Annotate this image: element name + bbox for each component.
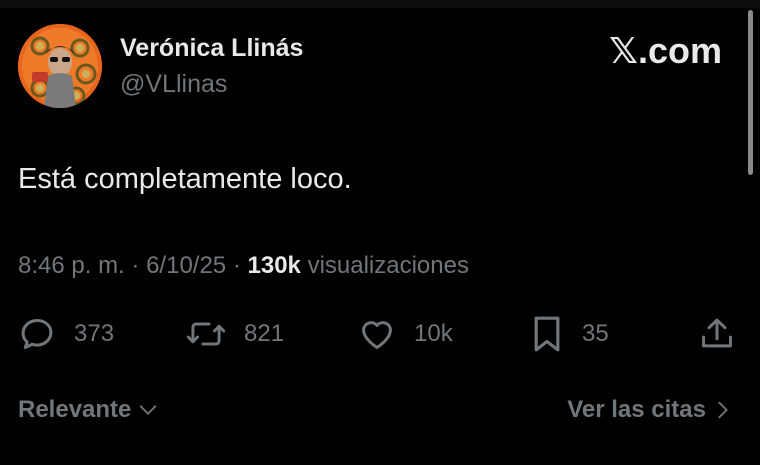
views-label[interactable]: visualizaciones (308, 252, 469, 279)
action-bar: 373 821 10k 35 (0, 312, 760, 356)
tweet-text: Está completamente loco. (18, 163, 352, 195)
x-logo: 𝕏.com (609, 30, 722, 72)
reply-button[interactable]: 373 (18, 312, 114, 356)
scrollbar[interactable] (748, 10, 753, 175)
sort-label: Relevante (18, 396, 132, 423)
avatar[interactable] (18, 24, 102, 108)
like-count: 10k (414, 320, 453, 347)
tweet-date[interactable]: 6/10/25 (146, 252, 226, 279)
x-brand-glyph: 𝕏 (608, 31, 638, 72)
tweet-time[interactable]: 8:46 p. m. (18, 252, 125, 279)
reply-icon (21, 319, 53, 349)
share-icon (702, 318, 732, 348)
share-button[interactable] (698, 312, 736, 356)
view-quotes-label: Ver las citas (567, 396, 706, 423)
heart-icon (362, 321, 392, 349)
tweet-meta: 8:46 p. m. · 6/10/25 · 130k visualizacio… (18, 252, 469, 280)
reply-count: 373 (74, 320, 115, 347)
repost-button[interactable]: 821 (186, 312, 284, 356)
meta-separator: · (131, 252, 140, 279)
chevron-down-icon (140, 405, 157, 415)
avatar-image (18, 24, 102, 108)
author-name[interactable]: Verónica Llinás (120, 34, 303, 63)
meta-separator: · (232, 252, 241, 279)
bookmark-icon (534, 316, 560, 352)
repost-count: 821 (244, 320, 285, 347)
brand-suffix: .com (637, 30, 722, 71)
bookmark-count: 35 (582, 320, 609, 347)
sort-dropdown[interactable]: Relevante (18, 396, 159, 424)
repost-icon (186, 322, 226, 346)
top-strip (0, 0, 760, 8)
chevron-right-icon (718, 401, 728, 419)
like-button[interactable]: 10k (358, 312, 453, 356)
view-quotes-link[interactable]: Ver las citas (567, 396, 734, 424)
author-handle[interactable]: @VLlinas (120, 70, 227, 99)
bookmark-button[interactable]: 35 (530, 312, 609, 356)
views-count[interactable]: 130k (248, 252, 301, 279)
